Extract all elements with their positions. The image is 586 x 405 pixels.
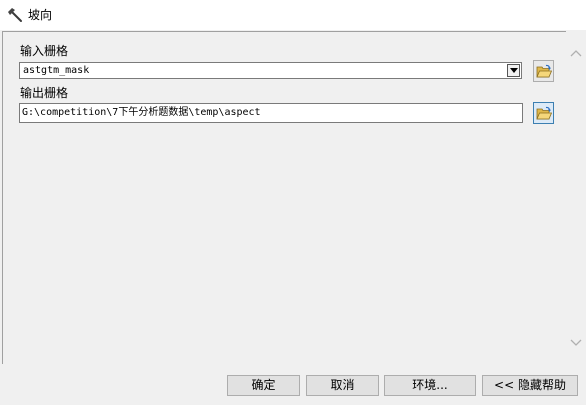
output-raster-label: 输出栅格	[20, 86, 69, 100]
open-folder-icon	[536, 106, 552, 120]
output-raster-value: G:\competition\7下午分析题数据\temp\aspect	[22, 107, 261, 118]
vertical-scrollbar[interactable]	[566, 31, 586, 364]
input-raster-value: astgtm_mask	[23, 65, 90, 76]
input-browse-button[interactable]	[533, 60, 554, 82]
environments-button[interactable]: 环境...	[384, 375, 476, 396]
title-bar: 坡向	[0, 0, 586, 30]
input-raster-combobox[interactable]: astgtm_mask	[19, 62, 522, 79]
ok-button[interactable]: 确定	[227, 375, 300, 396]
chevron-down-icon[interactable]	[570, 337, 582, 347]
output-raster-field[interactable]: G:\competition\7下午分析题数据\temp\aspect	[19, 103, 523, 123]
hammer-icon	[7, 7, 23, 23]
parameters-pane	[2, 31, 567, 364]
cancel-button[interactable]: 取消	[306, 375, 379, 396]
dropdown-button[interactable]	[507, 64, 520, 77]
chevron-down-icon	[510, 68, 518, 73]
hide-help-button[interactable]: << 隐藏帮助	[482, 375, 578, 396]
input-raster-label: 输入栅格	[20, 44, 69, 58]
output-browse-button[interactable]	[533, 102, 554, 124]
chevron-up-icon[interactable]	[570, 47, 582, 57]
window-title: 坡向	[28, 8, 53, 22]
open-folder-icon	[536, 64, 552, 78]
